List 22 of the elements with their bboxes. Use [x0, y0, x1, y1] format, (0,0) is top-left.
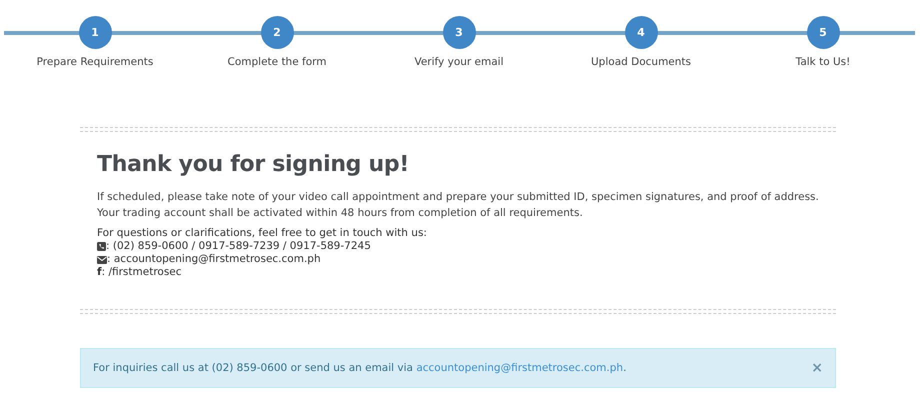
- step-label: Complete the form: [228, 56, 326, 68]
- step-number: 5: [806, 16, 840, 49]
- contact-text: : (02) 859-0600 / 0917-589-7239 / 0917-589-7245: [106, 240, 371, 253]
- step-label: Prepare Requirements: [36, 56, 154, 68]
- step-number: 3: [442, 16, 476, 49]
- envelope-icon: [97, 256, 107, 264]
- page-heading: Thank you for signing up!: [97, 152, 410, 177]
- message-text: If scheduled, please take note of your video call appointment and prepare your submitted ID, specimen signatures, and proof of address. Your trading account shall be activated within 48 hours from completion of all requirements.: [97, 190, 819, 221]
- step-number: 1: [78, 16, 112, 49]
- step-label: Talk to Us!: [796, 56, 850, 68]
- email-link[interactable]: accountopening@firstmetrosec.com.ph: [416, 362, 624, 374]
- alert-text: For inquiries call us at (02) 859-0600 or send us an email via accountopening@firstmetrosec.com.ph.: [93, 362, 626, 374]
- step-label: Upload Documents: [591, 56, 691, 68]
- facebook-icon: f: [97, 266, 102, 279]
- close-button[interactable]: ×: [811, 360, 823, 376]
- contact-intro: For questions or clarifications, feel free to get in touch with us:: [97, 227, 428, 240]
- step-number: 2: [260, 16, 294, 49]
- step-number: 4: [624, 16, 658, 49]
- contact-text: : /firstmetrosec: [102, 266, 182, 279]
- step-label: Verify your email: [414, 56, 504, 68]
- phone-icon: [97, 242, 106, 251]
- contact-text: : accountopening@firstmetrosec.com.ph: [107, 253, 321, 266]
